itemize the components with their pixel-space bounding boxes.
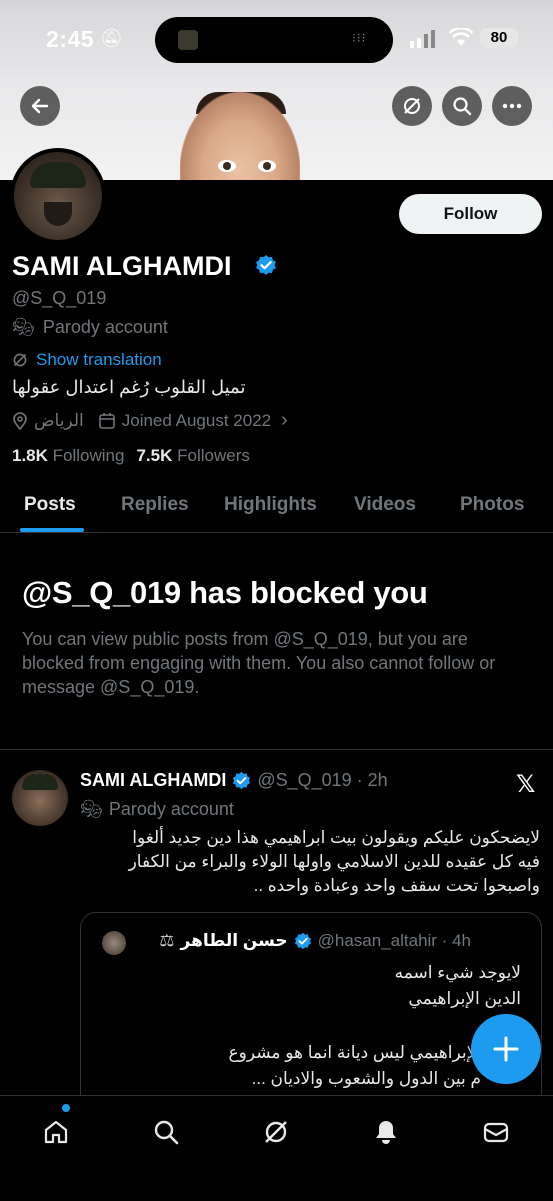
compose-button[interactable]	[471, 1014, 541, 1084]
grok-icon	[404, 98, 420, 114]
nav-notifications[interactable]	[368, 1114, 404, 1150]
location-text: الرياض	[34, 410, 84, 430]
notification-dot	[62, 1104, 70, 1112]
tweet-header: SAMI ALGHAMDI @S_Q_019 · 2h	[80, 770, 388, 791]
plus-icon	[493, 1036, 519, 1062]
search-icon	[453, 97, 472, 116]
nav-messages[interactable]	[478, 1114, 514, 1150]
profile-name: SAMI ALGHAMDI	[12, 251, 232, 281]
tweet-text-line: واصبحوا تحت سقف واحد وعبادة واحده ..	[253, 876, 540, 895]
tweet-author-name[interactable]: SAMI ALGHAMDI	[80, 770, 226, 791]
tab-highlights[interactable]: Highlights	[224, 494, 317, 516]
scales-icon: ⚖︎	[159, 931, 175, 950]
banner-photo-eye	[258, 160, 276, 172]
joined-date: Joined August 2022	[121, 410, 272, 430]
nav-grok[interactable]	[258, 1114, 294, 1150]
quote-handle-time: @hasan_altahir · 4h	[317, 931, 471, 950]
back-button[interactable]	[20, 86, 60, 126]
tweet-handle-time: @S_Q_019 · 2h	[257, 770, 388, 790]
profile-handle: @S_Q_019	[12, 288, 107, 308]
followers-link[interactable]: 7.5K Followers	[136, 446, 249, 466]
tweet-text[interactable]: لايضحكون عليكم ويقولون بيت ابراهيمي هذا …	[80, 826, 540, 898]
bell-icon	[376, 1121, 396, 1144]
grok-button[interactable]	[392, 86, 432, 126]
quote-header: ⚖︎ حسن الطاهر @hasan_altahir · 4h	[159, 931, 471, 951]
verified-badge-icon	[294, 932, 311, 950]
dots-icon: ⁝⁝⁝	[352, 31, 367, 45]
parody-text: Parody account	[42, 317, 168, 337]
app-icon	[178, 30, 198, 50]
follow-stats: 1.8K Following 7.5K Followers	[12, 446, 250, 466]
search-icon	[154, 1120, 179, 1145]
nav-home[interactable]	[38, 1114, 74, 1150]
bottom-navigation	[0, 1095, 553, 1201]
blocked-title: @S_Q_019 has blocked you	[22, 575, 428, 610]
banner-photo-eye	[218, 160, 236, 172]
tab-posts[interactable]: Posts	[24, 494, 76, 516]
grok-icon	[265, 1121, 287, 1143]
mask-icon: 🎭︎	[12, 317, 35, 337]
mask-icon: 🎭︎	[80, 799, 103, 819]
battery-indicator: 80	[480, 28, 518, 48]
profile-tabs: Posts Replies Highlights Videos Photos	[0, 480, 553, 533]
avatar-cap	[22, 774, 58, 790]
quote-text-line: الإبراهيمي ليس ديانة انما هو مشروع	[228, 1043, 482, 1062]
status-time: 2:45	[46, 26, 95, 52]
home-icon	[44, 1120, 68, 1144]
tweet-text-line: لايضحكون عليكم ويقولون بيت ابراهيمي هذا …	[132, 828, 540, 847]
quote-text-line: م بين الدول والشعوب والاديان ...	[251, 1069, 481, 1088]
tweet-parody-text: Parody account	[108, 799, 234, 819]
tweet-parody-label: 🎭︎ Parody account	[80, 799, 234, 820]
grok-icon	[13, 353, 27, 367]
tweet-text-line: فيه كل عقيده للدين الاسلامي واولها الولا…	[128, 852, 540, 871]
arrow-left-icon	[31, 98, 49, 114]
following-link[interactable]: 1.8K Following	[12, 446, 124, 466]
blocked-description: You can view public posts from @S_Q_019,…	[22, 629, 496, 697]
parody-label: 🎭︎ Parody account	[12, 317, 168, 338]
nav-search[interactable]	[148, 1114, 184, 1150]
bell-off-icon: 🔕︎	[100, 28, 123, 48]
quoted-tweet[interactable]: ⚖︎ حسن الطاهر @hasan_altahir · 4h لايوجد…	[80, 912, 542, 1114]
following-count: 1.8K	[12, 446, 48, 465]
chevron-right-icon[interactable]: ›	[281, 409, 288, 432]
active-tab-indicator	[20, 528, 84, 532]
follow-button[interactable]: Follow	[399, 194, 542, 234]
tab-photos[interactable]: Photos	[460, 494, 524, 516]
avatar-cap	[30, 162, 86, 188]
quote-text-line: لايوجد شيء اسمه	[394, 963, 521, 982]
mail-icon	[483, 1122, 509, 1143]
profile-avatar[interactable]	[10, 148, 106, 244]
x-logo-icon: 𝕏	[516, 771, 536, 798]
signal-icon	[410, 30, 435, 48]
wifi-icon	[449, 28, 473, 46]
calendar-icon	[98, 412, 115, 429]
search-button[interactable]	[442, 86, 482, 126]
profile-bio: تميل القلوب رُغم اعتدال عقولها	[12, 377, 246, 397]
show-translation-link[interactable]: Show translation	[12, 350, 162, 370]
followers-label: Followers	[177, 446, 250, 465]
avatar-beard	[44, 202, 72, 226]
more-icon	[502, 103, 522, 109]
quote-avatar	[102, 931, 126, 955]
tweet-avatar[interactable]	[12, 770, 68, 826]
quote-text-line: الدين الإبراهيمي	[408, 989, 521, 1008]
followers-count: 7.5K	[136, 446, 173, 465]
verified-badge-icon	[233, 771, 251, 790]
location-icon	[13, 411, 27, 430]
section-divider	[0, 749, 553, 750]
quote-author-name: حسن الطاهر	[180, 931, 288, 950]
verified-badge-icon[interactable]	[255, 254, 277, 276]
show-translation-text[interactable]: Show translation	[36, 350, 162, 370]
tab-replies[interactable]: Replies	[121, 494, 189, 516]
following-label: Following	[52, 446, 125, 465]
profile-meta: الرياض Joined August 2022 ›	[12, 409, 288, 432]
tab-videos[interactable]: Videos	[354, 494, 416, 516]
more-button[interactable]	[492, 86, 532, 126]
